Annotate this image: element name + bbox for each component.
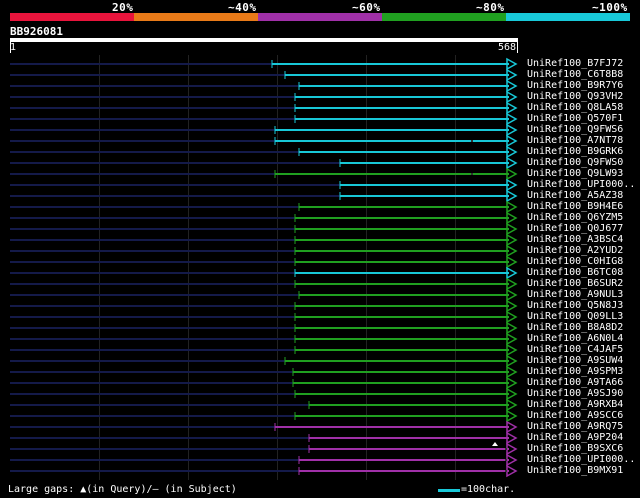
query-gap-icon: [492, 442, 498, 446]
hit-label[interactable]: UniRef100_C0HIG8: [527, 256, 639, 267]
hit-label[interactable]: UniRef100_Q6YZM5: [527, 212, 639, 223]
hit-label[interactable]: UniRef100_A9RXB4: [527, 399, 639, 410]
scale-legend-line: [438, 489, 460, 492]
hit-label[interactable]: UniRef100_UPI000..: [527, 179, 639, 190]
hit-label[interactable]: UniRef100_Q9FWS6: [527, 124, 639, 135]
hit-label[interactable]: UniRef100_B9MX91: [527, 465, 639, 476]
hit-label[interactable]: UniRef100_A2YUD2: [527, 245, 639, 256]
hit-label[interactable]: UniRef100_Q93VH2: [527, 91, 639, 102]
hit-label[interactable]: UniRef100_C6T8B8: [527, 69, 639, 80]
hit-label[interactable]: UniRef100_B6TC08: [527, 267, 639, 278]
hit-label[interactable]: UniRef100_A9SCC6: [527, 410, 639, 421]
scale-legend-text: =100char.: [461, 484, 516, 495]
hit-label[interactable]: UniRef100_A5AZ38: [527, 190, 639, 201]
hit-label[interactable]: UniRef100_A9SPM3: [527, 366, 639, 377]
hit-label[interactable]: UniRef100_Q09LL3: [527, 311, 639, 322]
hit-label[interactable]: UniRef100_Q9FWS0: [527, 157, 639, 168]
hit-label[interactable]: UniRef100_A6N0L4: [527, 333, 639, 344]
hit-label[interactable]: UniRef100_B6SUR2: [527, 278, 639, 289]
hit-label[interactable]: UniRef100_Q5N8J3: [527, 300, 639, 311]
hit-label[interactable]: UniRef100_A9RQ75: [527, 421, 639, 432]
hit-label[interactable]: UniRef100_A9SJ90: [527, 388, 639, 399]
hit-label[interactable]: UniRef100_B9R7Y6: [527, 80, 639, 91]
gap-mark: [471, 140, 473, 142]
gap-mark: [471, 173, 473, 175]
hit-label[interactable]: UniRef100_A3BSC4: [527, 234, 639, 245]
hit-label[interactable]: UniRef100_A9NUL3: [527, 289, 639, 300]
hit-label[interactable]: UniRef100_B7FJ72: [527, 58, 639, 69]
hit-label[interactable]: UniRef100_B9SXC6: [527, 443, 639, 454]
hit-label[interactable]: UniRef100_A7NT78: [527, 135, 639, 146]
hit-label[interactable]: UniRef100_Q9LW93: [527, 168, 639, 179]
gap-mark: [505, 448, 507, 450]
hit-label[interactable]: UniRef100_Q8LA58: [527, 102, 639, 113]
hit-label[interactable]: UniRef100_B8A8D2: [527, 322, 639, 333]
hit-label[interactable]: UniRef100_A9SUW4: [527, 355, 639, 366]
gap-mark: [505, 470, 507, 472]
hit-label[interactable]: UniRef100_UPI000..: [527, 454, 639, 465]
gap-mark: [505, 459, 507, 461]
hit-label[interactable]: UniRef100_C4JAF5: [527, 344, 639, 355]
hit-label[interactable]: UniRef100_Q570F1: [527, 113, 639, 124]
hit-label[interactable]: UniRef100_A9P204: [527, 432, 639, 443]
hit-label[interactable]: UniRef100_B9GRK6: [527, 146, 639, 157]
hit-label[interactable]: UniRef100_A9TA66: [527, 377, 639, 388]
hit-label[interactable]: UniRef100_B9H4E6: [527, 201, 639, 212]
hit-label[interactable]: UniRef100_Q0J677: [527, 223, 639, 234]
footer-legend: Large gaps: ▲(in Query)/— (in Subject): [8, 484, 237, 495]
